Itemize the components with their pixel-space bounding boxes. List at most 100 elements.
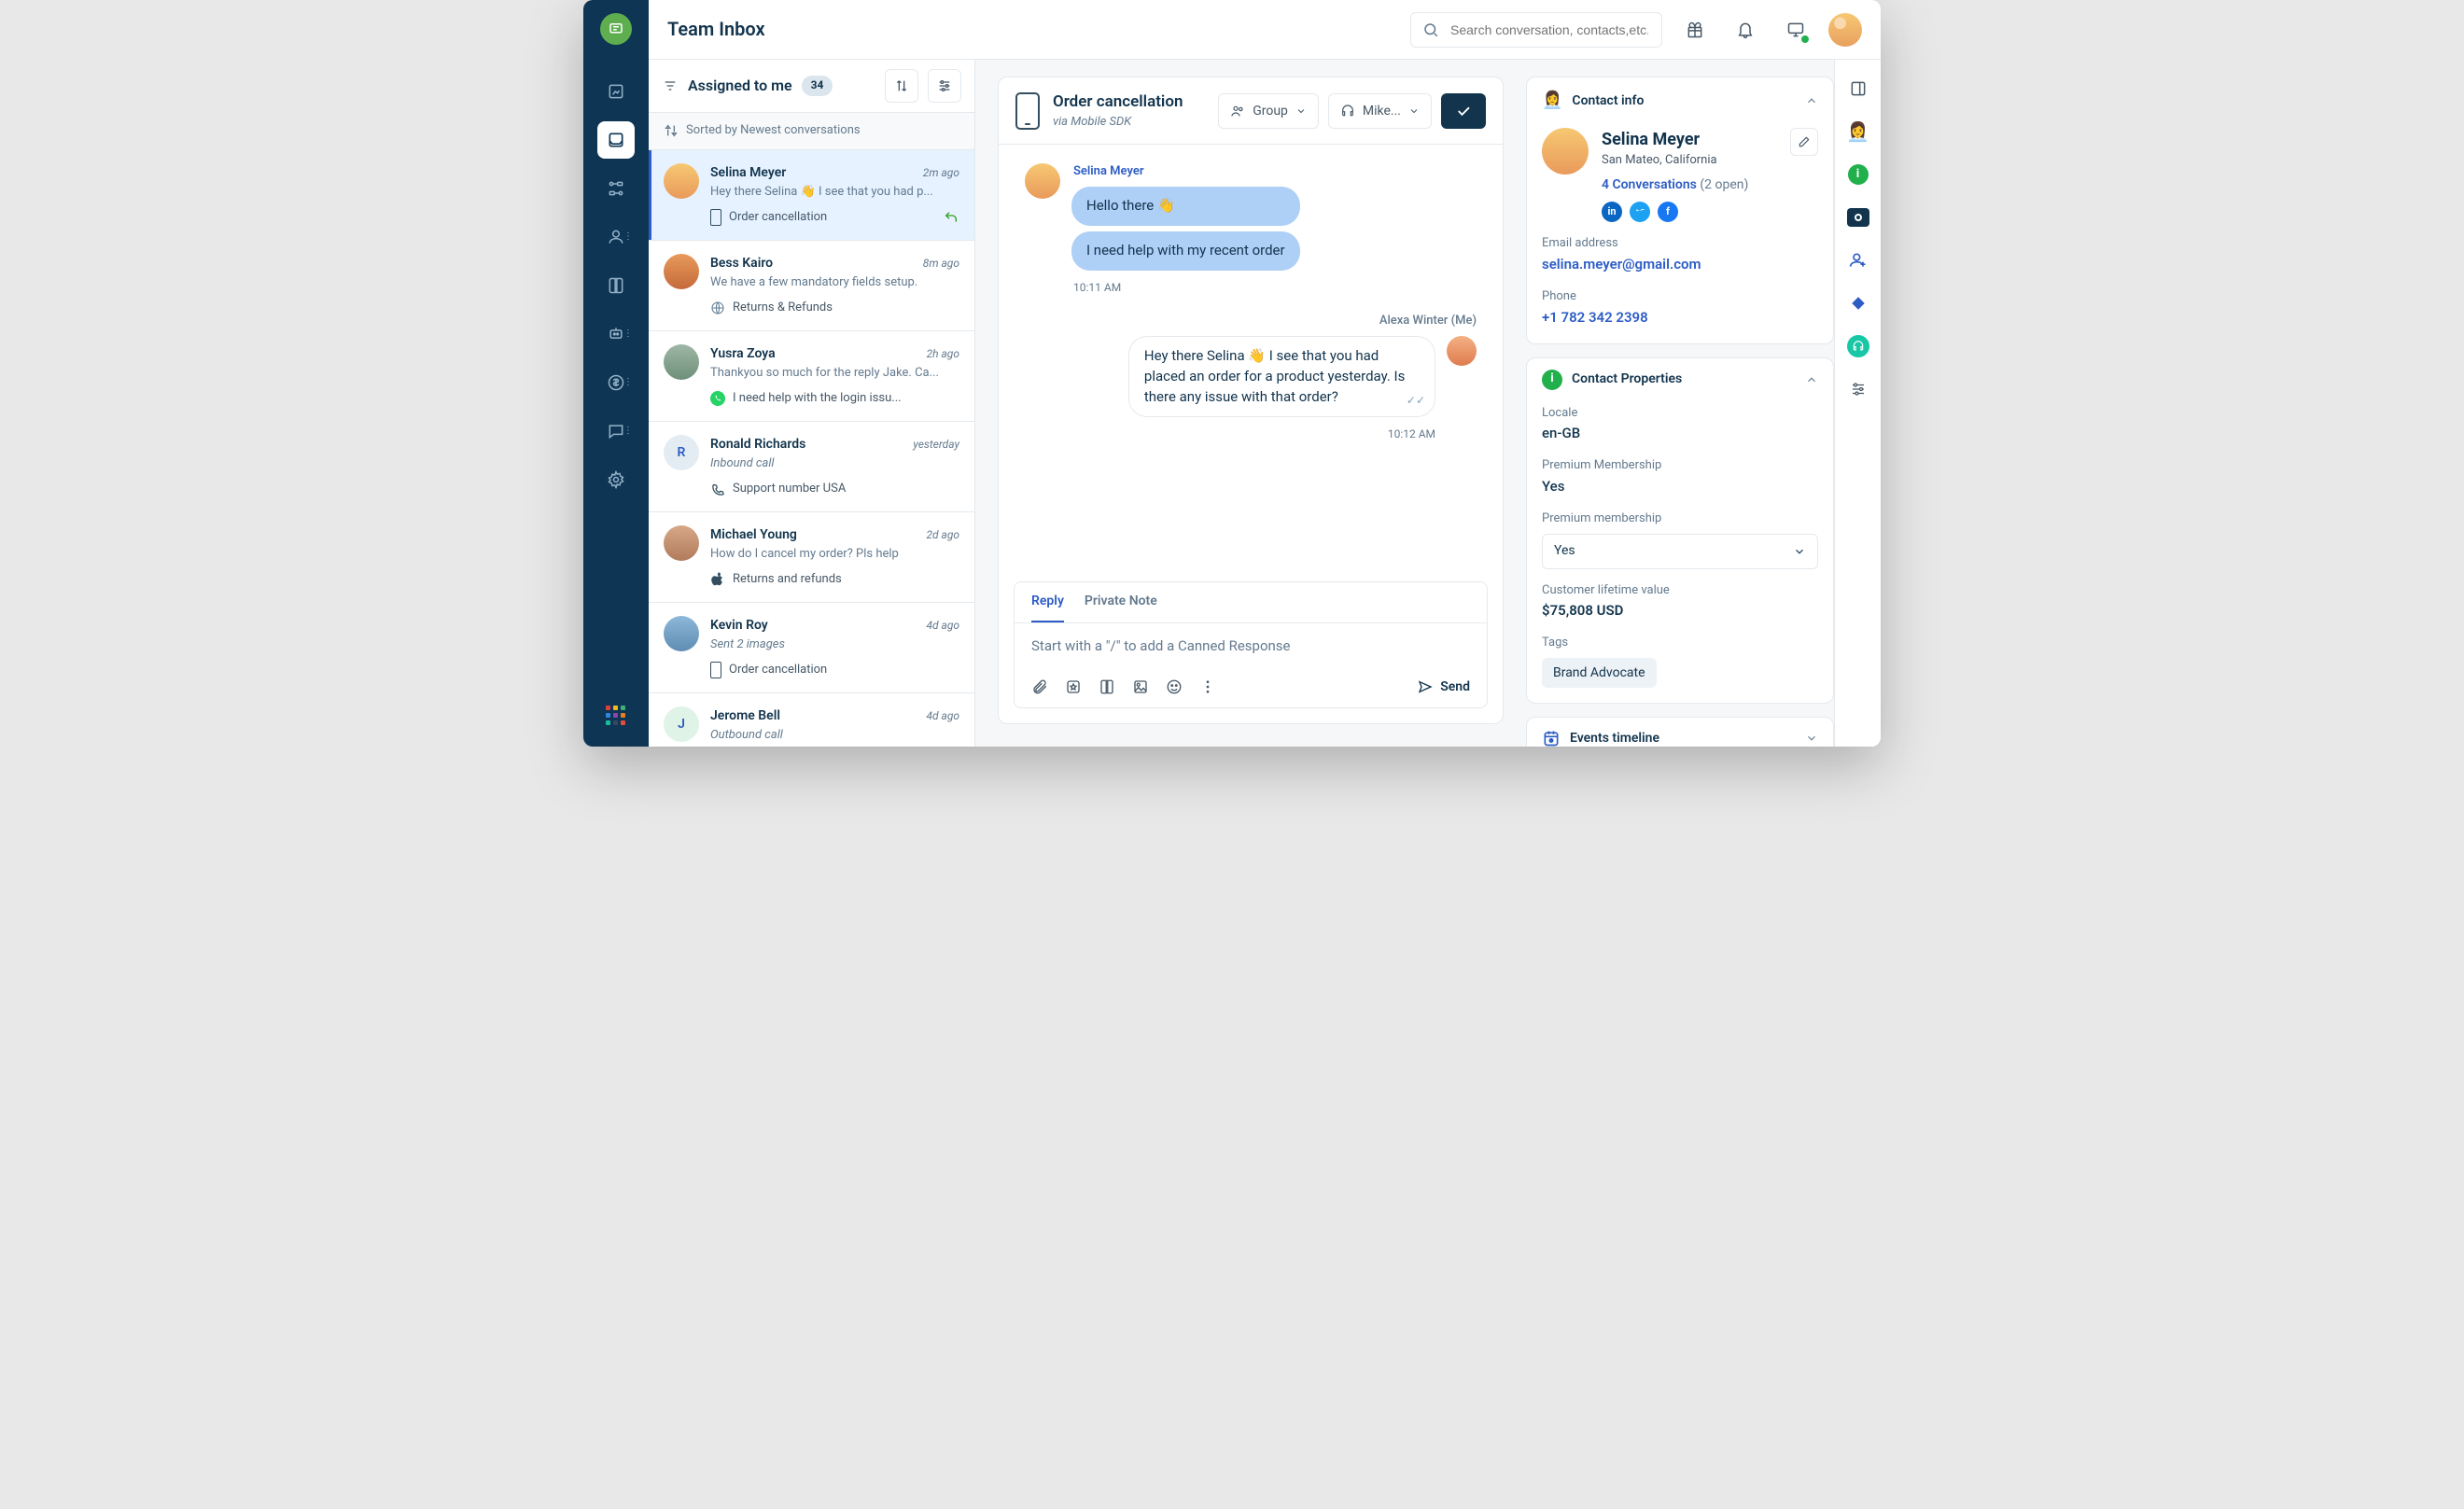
facebook-icon[interactable]: f <box>1658 202 1678 222</box>
edit-contact-button[interactable] <box>1790 128 1818 156</box>
chevron-down-icon <box>1408 105 1420 117</box>
nav-inbox[interactable] <box>597 121 635 159</box>
linkedin-icon[interactable]: in <box>1602 202 1622 222</box>
filter-lines-icon <box>662 78 679 93</box>
nav-dashboard[interactable] <box>597 73 635 110</box>
send-icon <box>1418 679 1433 694</box>
util-add-contact-icon[interactable] <box>1844 246 1872 274</box>
resolve-button[interactable] <box>1441 93 1486 129</box>
contact-avatar <box>664 616 699 651</box>
emoji-icon[interactable] <box>1166 678 1183 695</box>
conversation-preview: Outbound call <box>710 727 959 745</box>
filter-settings-button[interactable] <box>928 69 961 103</box>
main-column: Team Inbox <box>649 0 1881 747</box>
image-icon[interactable] <box>1132 678 1149 695</box>
group-dropdown[interactable]: Group <box>1218 93 1319 129</box>
send-label: Send <box>1440 678 1470 696</box>
tab-private-note[interactable]: Private Note <box>1085 592 1157 622</box>
message-timestamp: 10:12 AM <box>1388 426 1435 442</box>
user-avatar[interactable] <box>1828 13 1862 47</box>
sort-icon <box>664 123 679 138</box>
conversation-item[interactable]: R Ronald Richards yesterday Inbound call… <box>649 422 974 512</box>
util-camera-icon[interactable] <box>1844 203 1872 231</box>
nav-bots[interactable]: ⋮ <box>597 315 635 353</box>
expand-panel-icon[interactable] <box>1844 75 1872 103</box>
util-diamond-icon[interactable] <box>1844 289 1872 317</box>
clv-value: $75,808 USD <box>1542 601 1818 622</box>
premium-select[interactable]: Yes <box>1542 534 1818 569</box>
nav-flows[interactable] <box>597 170 635 207</box>
more-icon[interactable] <box>1199 678 1216 695</box>
contact-phone[interactable]: +1 782 342 2398 <box>1542 308 1818 328</box>
app-frame: ⋮ ⋮ ⋮ ⋮ Team Inbox <box>583 0 1881 747</box>
premium-label: Premium Membership <box>1542 457 1818 475</box>
util-info-icon[interactable]: i <box>1844 161 1872 189</box>
utility-rail: 👩‍💼 i <box>1834 60 1881 747</box>
tab-reply[interactable]: Reply <box>1031 592 1064 622</box>
nav-apps[interactable] <box>606 706 626 726</box>
brand-logo[interactable] <box>600 13 632 45</box>
calendar-icon <box>1542 729 1561 747</box>
contact-avatar <box>1542 128 1589 175</box>
mobile-channel-icon <box>710 209 721 226</box>
events-timeline-card: Events timeline <box>1526 717 1834 747</box>
conversation-time: 2m ago <box>923 165 959 181</box>
conversation-item[interactable]: Michael Young 2d ago How do I cancel my … <box>649 512 974 603</box>
contact-name: Bess Kairo <box>710 254 773 272</box>
contact-properties-header[interactable]: i Contact Properties <box>1527 358 1833 401</box>
sender-name: Selina Meyer <box>1071 163 1300 181</box>
composer-input[interactable]: Start with a "/" to add a Canned Respons… <box>1015 623 1487 668</box>
nav-settings[interactable] <box>597 461 635 498</box>
conversation-item[interactable]: Kevin Roy 4d ago Sent 2 images Order can… <box>649 603 974 693</box>
search-input[interactable] <box>1449 21 1650 38</box>
conversation-info: Returns and refunds <box>710 571 959 589</box>
contact-info-header[interactable]: 👩‍💼 Contact info <box>1527 77 1833 124</box>
conversations-link[interactable]: 4 Conversations (2 open) <box>1602 175 1748 194</box>
conversation-preview: Thankyou so much for the reply Jake. Ca.… <box>710 365 959 383</box>
twitter-icon[interactable] <box>1630 202 1650 222</box>
contact-name: Michael Young <box>710 525 797 544</box>
bell-icon[interactable] <box>1728 12 1763 48</box>
conversation-time: 8m ago <box>923 256 959 272</box>
conversation-topic: Order cancellation <box>729 662 827 679</box>
nav-contacts[interactable]: ⋮ <box>597 218 635 256</box>
conversation-item[interactable]: Yusra Zoya 2h ago Thankyou so much for t… <box>649 331 974 422</box>
conversation-item[interactable]: J Jerome Bell 4d ago Outbound call <box>649 693 974 747</box>
gift-icon[interactable] <box>1677 12 1713 48</box>
nav-knowledge[interactable] <box>597 267 635 304</box>
premium-select-label: Premium membership <box>1542 510 1818 528</box>
desktop-status-icon[interactable] <box>1778 12 1813 48</box>
util-contact-icon[interactable]: 👩‍💼 <box>1844 118 1872 146</box>
events-timeline-header[interactable]: Events timeline <box>1527 718 1833 747</box>
conversation-info: Returns & Refunds <box>710 300 959 317</box>
conversation-item[interactable]: Bess Kairo 8m ago We have a few mandator… <box>649 241 974 331</box>
search-input-wrap[interactable] <box>1410 12 1662 48</box>
phone-label: Phone <box>1542 288 1818 306</box>
search-icon <box>1422 21 1439 38</box>
attach-icon[interactable] <box>1031 678 1048 695</box>
conversation-info: Order cancellation <box>710 662 959 679</box>
canned-icon[interactable] <box>1065 678 1082 695</box>
send-button[interactable]: Send <box>1418 678 1470 696</box>
nav-billing[interactable]: ⋮ <box>597 364 635 401</box>
check-icon <box>1455 103 1472 119</box>
conversation-topic: Returns and refunds <box>733 571 842 589</box>
conversation-title: Order cancellation <box>1053 91 1183 114</box>
assignee-dropdown[interactable]: Mike... <box>1328 93 1432 129</box>
filter-label[interactable]: Assigned to me 34 <box>688 75 833 96</box>
conversation-time: 4d ago <box>926 618 959 634</box>
util-headset-icon[interactable] <box>1844 332 1872 360</box>
conversation-info: Support number USA <box>710 481 959 498</box>
tag-chip[interactable]: Brand Advocate <box>1542 658 1657 688</box>
contact-name: Kevin Roy <box>710 616 768 635</box>
nav-chat[interactable]: ⋮ <box>597 412 635 450</box>
conversation-item[interactable]: Selina Meyer 2m ago Hey there Selina 👋 I… <box>649 150 974 241</box>
header-bar: Team Inbox <box>649 0 1881 60</box>
message-bubble: Hello there 👋 <box>1071 187 1300 226</box>
util-sliders-icon[interactable] <box>1844 375 1872 403</box>
sort-indicator[interactable]: Sorted by Newest conversations <box>649 113 974 150</box>
sort-button[interactable] <box>885 69 918 103</box>
contact-email[interactable]: selina.meyer@gmail.com <box>1542 255 1818 275</box>
article-icon[interactable] <box>1099 678 1115 695</box>
contact-emoji-icon: 👩‍💼 <box>1542 89 1562 113</box>
